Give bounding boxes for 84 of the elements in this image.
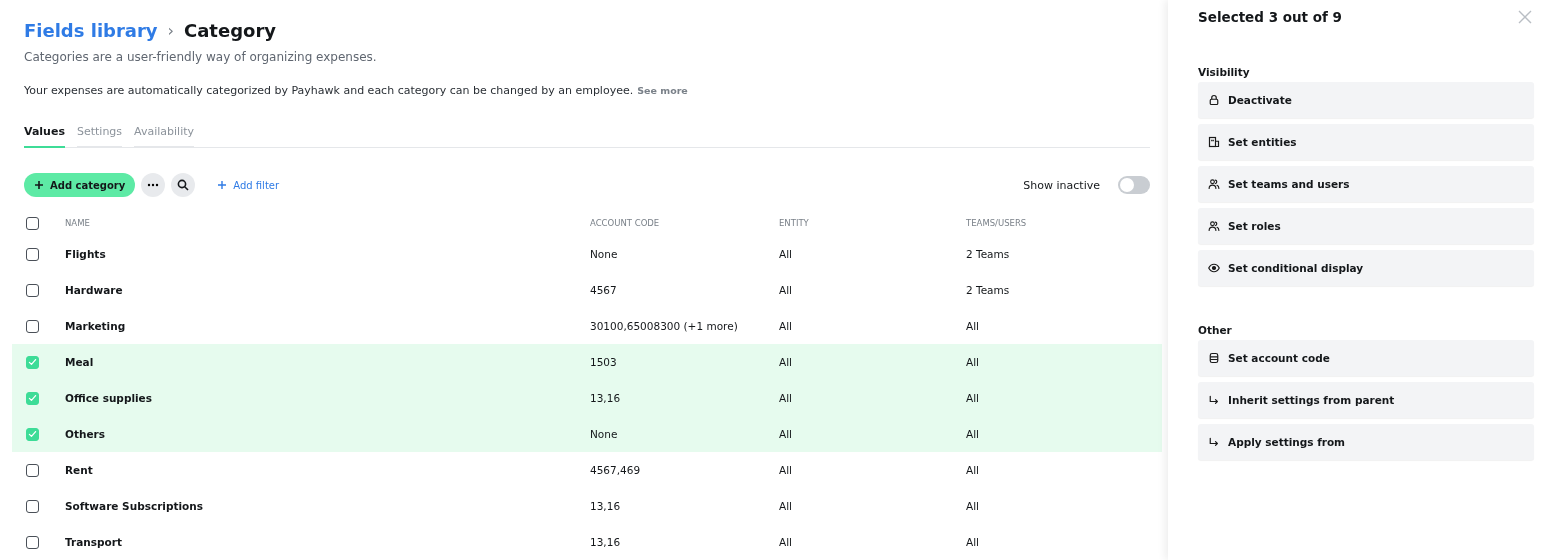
see-more-link[interactable]: See more: [637, 85, 688, 96]
eye-icon: [1208, 262, 1220, 274]
name-cell-text: Marketing: [65, 320, 127, 332]
teams-cell-text: 2 Teams: [966, 284, 1011, 296]
section-title: Other: [1198, 324, 1233, 336]
teams-cell-text: All: [966, 464, 981, 476]
checkbox[interactable]: [26, 283, 39, 297]
plus-icon: [34, 180, 44, 190]
entity-cell-text: All: [779, 500, 794, 512]
column-header: ACCOUNT CODE: [590, 218, 661, 228]
action-button[interactable]: Inherit settings from parent: [1198, 382, 1534, 418]
name-cell-text: Flights: [65, 248, 107, 260]
account-code-cell-text: 13,16: [590, 500, 622, 512]
action-button[interactable]: Set teams and users: [1198, 166, 1534, 202]
add-category-button[interactable]: Add category: [24, 173, 136, 197]
entity-cell-text: All: [779, 392, 794, 404]
name-cell-text: Office supplies: [65, 392, 153, 404]
action-button[interactable]: Apply settings from: [1198, 424, 1534, 460]
entity-cell-text: All: [779, 356, 794, 368]
description: Your expenses are automatically categorized by Payhawk and each category can be changed by an employee.: [24, 84, 634, 97]
teams-cell-text: All: [966, 500, 981, 512]
entity-cell-text: All: [779, 464, 794, 476]
checkbox[interactable]: [26, 355, 39, 369]
tab[interactable]: Values: [24, 125, 65, 148]
column-header: ENTITY: [779, 218, 810, 228]
account-code-cell-text: 1503: [590, 356, 618, 368]
column-header: TEAMS/USERS: [966, 218, 1028, 228]
column-header: NAME: [65, 218, 91, 228]
checkbox[interactable]: [26, 499, 39, 513]
action-button[interactable]: Set entities: [1198, 124, 1534, 160]
action-button[interactable]: Set account code: [1198, 340, 1534, 376]
account-code-cell-text: 30100,65008300 (+1 more): [590, 320, 739, 332]
add-filter-button[interactable]: Add filter: [211, 178, 286, 192]
database-icon: [1208, 352, 1220, 364]
subtitle: Categories are a user-friendly way of organizing expenses.: [24, 50, 378, 64]
name-cell-text: Others: [65, 428, 106, 440]
show-inactive-label: Show inactive: [1023, 178, 1100, 192]
section-title: Visibility: [1198, 66, 1251, 78]
checkbox[interactable]: [26, 247, 39, 261]
name-cell-text: Software Subscriptions: [65, 500, 204, 512]
lock-icon: [1208, 94, 1220, 106]
teams-cell-text: All: [966, 536, 981, 548]
checkbox[interactable]: [26, 319, 39, 333]
more-icon: [147, 183, 160, 187]
account-code-cell-text: None: [590, 428, 619, 440]
checkbox[interactable]: [26, 427, 39, 441]
checkbox[interactable]: [26, 391, 39, 405]
panel-title: Selected 3 out of 9: [1198, 9, 1342, 25]
entity-cell-text: All: [779, 320, 794, 332]
action-button[interactable]: Deactivate: [1198, 82, 1534, 118]
breadcrumb-link[interactable]: Fields library: [24, 19, 158, 41]
account-code-cell-text: None: [590, 248, 619, 260]
entity-cell-text: All: [779, 536, 794, 548]
teams-cell-text: All: [966, 356, 981, 368]
name-cell-text: Hardware: [65, 284, 124, 296]
teams-cell-text: All: [966, 320, 981, 332]
plus-icon: [217, 180, 228, 190]
entity-cell-text: All: [779, 248, 794, 260]
search-button[interactable]: [171, 173, 196, 197]
people-icon: [1208, 178, 1220, 190]
entity-cell-text: All: [779, 428, 794, 440]
checkbox[interactable]: [26, 463, 39, 477]
account-code-cell-text: 4567: [590, 284, 618, 296]
action-button[interactable]: Set roles: [1198, 208, 1534, 244]
account-code-cell-text: 4567,469: [590, 464, 642, 476]
teams-cell-text: All: [966, 428, 981, 440]
name-cell-text: Rent: [65, 464, 94, 476]
return-arrow-icon: [1208, 394, 1220, 406]
return-arrow-icon: [1208, 436, 1220, 448]
search-icon: [177, 179, 190, 191]
checkbox[interactable]: [26, 216, 39, 230]
page-title: Category: [184, 19, 276, 41]
people-icon: [1208, 220, 1220, 232]
breadcrumb-separator: ›: [167, 20, 174, 40]
checkbox[interactable]: [26, 535, 39, 549]
action-button[interactable]: Set conditional display: [1198, 250, 1534, 286]
building-icon: [1208, 136, 1220, 148]
teams-cell-text: All: [966, 392, 981, 404]
name-cell-text: Transport: [65, 536, 123, 548]
entity-cell-text: All: [779, 284, 794, 296]
account-code-cell-text: 13,16: [590, 536, 622, 548]
teams-cell-text: 2 Teams: [966, 248, 1011, 260]
account-code-cell-text: 13,16: [590, 392, 622, 404]
name-cell-text: Meal: [65, 356, 95, 368]
